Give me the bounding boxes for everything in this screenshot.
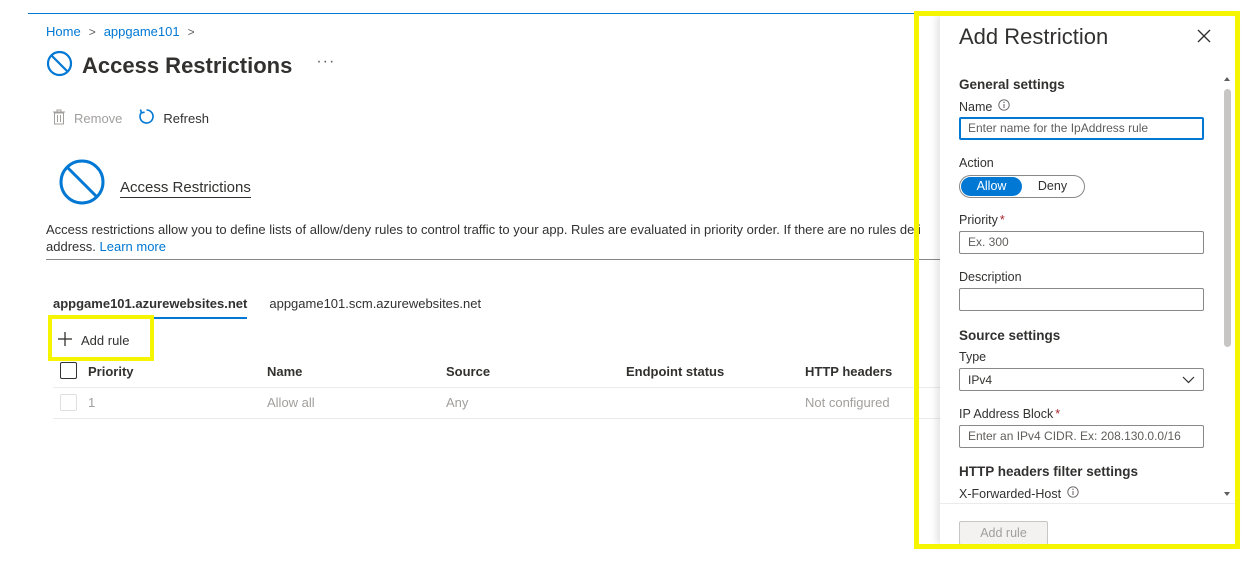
page-title: Access Restrictions: [82, 53, 293, 78]
ip-block-label-text: IP Address Block: [959, 407, 1054, 421]
name-label-text: Name: [959, 99, 993, 114]
cell-source: Any: [446, 395, 469, 410]
x-forwarded-host-label: X-Forwarded-Host: [959, 486, 1079, 501]
close-icon[interactable]: [1196, 28, 1212, 44]
rules-table: Priority Name Source Endpoint status HTT…: [53, 360, 943, 419]
panel-title: Add Restriction: [959, 24, 1109, 49]
breadcrumb-app[interactable]: appgame101: [104, 24, 180, 39]
type-value: IPv4: [968, 372, 993, 387]
refresh-label: Refresh: [163, 110, 209, 126]
chevron-right-icon: >: [187, 24, 195, 39]
ip-block-label: IP Address Block *: [959, 407, 1060, 421]
remove-button[interactable]: Remove: [52, 109, 122, 128]
priority-label-text: Priority: [959, 213, 998, 227]
plus-icon: [57, 331, 73, 350]
panel-footer-divider: [940, 503, 1236, 504]
tab-scm-site[interactable]: appgame101.scm.azurewebsites.net: [269, 296, 481, 319]
col-endpoint-status[interactable]: Endpoint status: [626, 364, 724, 379]
name-input[interactable]: Enter name for the IpAddress rule: [959, 117, 1204, 140]
row-checkbox[interactable]: [60, 394, 77, 411]
scroll-down-icon[interactable]: [1224, 492, 1230, 496]
trash-icon: [52, 109, 66, 128]
col-name[interactable]: Name: [267, 364, 302, 379]
blocked-icon: [46, 50, 73, 82]
col-http-headers[interactable]: HTTP headers: [805, 364, 892, 379]
required-marker: *: [999, 213, 1005, 227]
description-input[interactable]: [959, 288, 1204, 311]
remove-label: Remove: [74, 110, 123, 126]
chevron-down-icon: [1182, 373, 1195, 387]
description-text-2: address.: [46, 239, 96, 254]
type-label: Type: [959, 350, 987, 364]
table-header: Priority Name Source Endpoint status HTT…: [53, 360, 943, 388]
table-row[interactable]: 1 Allow all Any Not configured: [53, 388, 943, 419]
col-source[interactable]: Source: [446, 364, 490, 379]
page-header: Access Restrictions ···: [46, 50, 335, 82]
scroll-thumb[interactable]: [1224, 89, 1231, 347]
breadcrumb: Home > appgame101 >: [46, 24, 195, 39]
general-settings-heading: General settings: [959, 77, 1065, 92]
submit-add-rule-button[interactable]: Add rule: [959, 521, 1048, 545]
required-marker: *: [1055, 407, 1061, 421]
refresh-button[interactable]: Refresh: [138, 108, 209, 128]
panel-scrollbar[interactable]: [1222, 75, 1232, 503]
cell-priority: 1: [88, 395, 96, 410]
divider: [46, 259, 941, 260]
action-label: Action: [959, 156, 994, 170]
type-select[interactable]: IPv4: [959, 368, 1204, 391]
learn-more-link[interactable]: Learn more: [100, 239, 166, 254]
description-text: Access restrictions allow you to define …: [46, 222, 921, 237]
description: Access restrictions allow you to define …: [46, 221, 941, 255]
cell-http-headers: Not configured: [805, 395, 890, 410]
ip-block-input[interactable]: Enter an IPv4 CIDR. Ex: 208.130.0.0/16: [959, 425, 1204, 448]
name-label: Name: [959, 99, 1010, 114]
section-title: Access Restrictions: [120, 179, 251, 198]
col-priority[interactable]: Priority: [88, 364, 134, 379]
command-bar: Remove Refresh: [52, 108, 225, 128]
action-deny-option[interactable]: Deny: [1022, 177, 1083, 196]
top-accent-line: [28, 13, 928, 14]
more-options-button[interactable]: ···: [316, 53, 335, 71]
action-allow-option[interactable]: Allow: [961, 177, 1022, 196]
select-all-checkbox[interactable]: [60, 362, 77, 379]
section-header: Access Restrictions: [58, 158, 251, 211]
priority-label: Priority *: [959, 213, 1005, 227]
cell-name: Allow all: [267, 395, 315, 410]
info-icon[interactable]: [998, 99, 1010, 114]
action-toggle[interactable]: Allow Deny: [959, 175, 1085, 198]
description-label: Description: [959, 270, 1022, 284]
info-icon[interactable]: [1067, 486, 1079, 501]
refresh-icon: [138, 108, 155, 128]
source-settings-heading: Source settings: [959, 328, 1061, 343]
add-rule-label: Add rule: [81, 333, 130, 348]
http-filter-heading: HTTP headers filter settings: [959, 464, 1139, 479]
priority-input[interactable]: Ex. 300: [959, 231, 1204, 254]
breadcrumb-home[interactable]: Home: [46, 24, 81, 39]
blocked-icon-large: [58, 158, 106, 211]
x-forwarded-host-label-text: X-Forwarded-Host: [959, 486, 1062, 501]
scroll-up-icon[interactable]: [1224, 77, 1230, 81]
chevron-right-icon: >: [88, 24, 96, 39]
add-rule-button[interactable]: Add rule: [57, 331, 129, 350]
add-restriction-panel: Add Restriction General settings Name En…: [940, 15, 1236, 545]
